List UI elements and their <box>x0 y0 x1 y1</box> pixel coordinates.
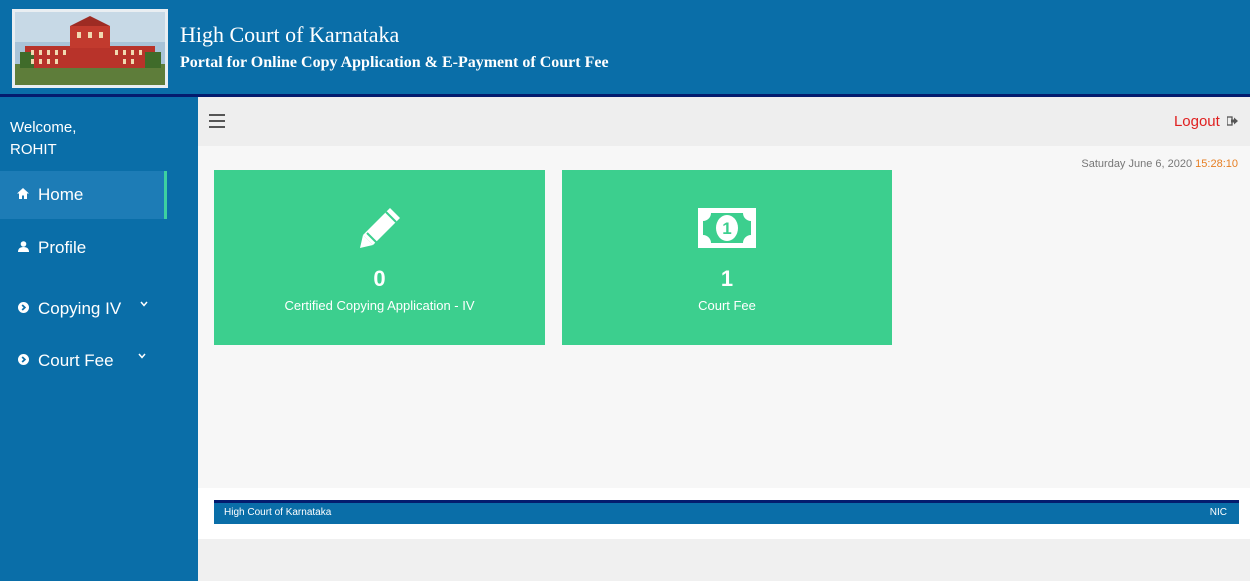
card-label: Certified Copying Application - IV <box>284 298 475 313</box>
chevron-down-icon <box>140 299 148 310</box>
footer-left-text: High Court of Karnataka <box>224 507 332 518</box>
sidebar-item-home[interactable]: Home <box>0 171 167 219</box>
sidebar-item-label: Home <box>38 185 84 204</box>
portal-title: High Court of Karnataka <box>180 22 400 47</box>
footer: High Court of Karnataka NIC <box>214 500 1239 524</box>
sidebar-item-copying-iv[interactable]: Copying IV <box>0 285 198 333</box>
user-name: ROHIT <box>10 141 57 158</box>
sidebar-item-label: Copying IV <box>38 299 122 318</box>
home-icon <box>16 188 30 202</box>
court-building-logo <box>12 9 168 88</box>
chevron-down-icon <box>138 351 146 362</box>
current-time: 15:28:10 <box>1195 158 1238 170</box>
footer-right-text: NIC <box>1209 507 1227 518</box>
sidebar-item-label: Court Fee <box>38 351 114 370</box>
user-icon <box>16 241 30 255</box>
pencil-icon <box>214 206 545 250</box>
current-date: Saturday June 6, 2020 <box>1081 158 1193 170</box>
card-count: 0 <box>373 266 386 291</box>
card-label: Court Fee <box>698 298 756 313</box>
welcome-text: Welcome, <box>10 119 77 136</box>
card-count: 1 <box>720 266 734 291</box>
sidebar-item-profile[interactable]: Profile <box>0 224 198 272</box>
top-bar: Logout <box>198 97 1250 146</box>
logout-label: Logout <box>1173 113 1220 130</box>
logout-link[interactable]: Logout <box>1174 113 1238 130</box>
portal-subtitle: Portal for Online Copy Application & E-P… <box>180 54 609 71</box>
sidebar-item-label: Profile <box>38 238 87 257</box>
welcome-block: Welcome, ROHIT <box>10 117 76 161</box>
card-certified-copying[interactable]: 0 Certified Copying Application - IV <box>214 170 545 345</box>
svg-text:1: 1 <box>722 219 731 238</box>
footer-band: High Court of Karnataka NIC <box>198 488 1250 539</box>
header: High Court of Karnataka Portal for Onlin… <box>0 0 1250 97</box>
sidebar-item-court-fee[interactable]: Court Fee <box>0 337 198 385</box>
card-court-fee[interactable]: 1 1 Court Fee <box>562 170 892 345</box>
menu-toggle-icon[interactable] <box>209 114 225 128</box>
main-area: Logout Saturday June 6, 2020 15:28:10 0 … <box>198 97 1250 581</box>
money-icon: 1 <box>562 208 892 252</box>
dashboard-content: Saturday June 6, 2020 15:28:10 0 Certifi… <box>198 146 1250 488</box>
circle-arrow-icon <box>16 302 30 316</box>
date-time: Saturday June 6, 2020 15:28:10 <box>1081 158 1238 170</box>
sign-out-icon <box>1226 115 1238 129</box>
circle-arrow-icon <box>16 354 30 368</box>
sidebar: Welcome, ROHIT Home Profile Copying IV C… <box>0 97 198 581</box>
